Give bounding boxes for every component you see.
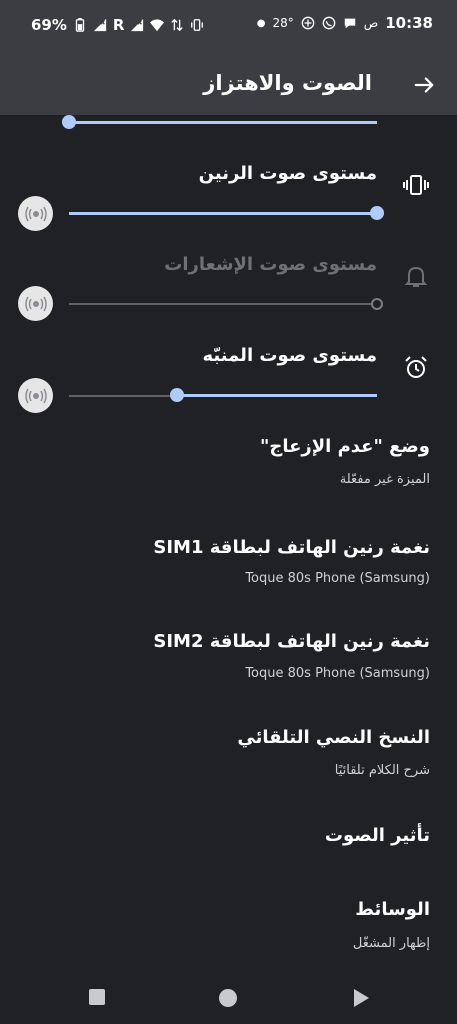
list-item-title: النسخ النصي التلقائي: [237, 727, 430, 748]
notification-volume-label: مستوى صوت الإشعارات: [164, 254, 377, 275]
clock: 10:38: [385, 14, 433, 32]
list-item-subtitle: Toque 80s Phone (Samsung): [245, 571, 430, 586]
battery-percent: 69%: [31, 16, 67, 34]
alarm-volume-label: مستوى صوت المنبّه: [202, 345, 378, 366]
alarm-slider-thumb[interactable]: [169, 388, 184, 402]
list-item-title: الوسائط: [355, 899, 430, 920]
temperature: 28°: [272, 16, 294, 30]
ring-slider-thumb[interactable]: [370, 206, 384, 220]
status-right: ● 28° ص 10:38: [257, 14, 433, 32]
chat-bubble-icon: [344, 18, 355, 29]
vibrate-icon[interactable]: [403, 172, 429, 198]
alarm-clock-icon: [405, 356, 427, 378]
list-item-title: نغمة رنين الهاتف لبطاقة SIM2: [153, 631, 430, 652]
dot-icon: ●: [256, 17, 266, 29]
list-item-subtitle: الميزة غير مفعّلة: [339, 472, 430, 487]
ring-volume-label: مستوى صوت الرنين: [198, 163, 377, 184]
signal-no-service-icon-2: [131, 18, 144, 32]
vibrate-status-icon: [191, 19, 204, 31]
list-item-title: تأثير الصوت: [324, 825, 430, 846]
triangle-icon[interactable]: [351, 988, 371, 1008]
wifi-icon: [150, 19, 165, 32]
list-item-title: نغمة رنين الهاتف لبطاقة SIM1: [153, 537, 430, 558]
ring-slider-fill: [69, 212, 377, 215]
network-r-label: R: [112, 16, 125, 34]
plus-circle-icon: [301, 16, 315, 30]
alarm-vibrate-toggle[interactable]: [18, 378, 53, 413]
media-slider-thumb[interactable]: [62, 115, 76, 129]
list-item-subtitle: إظهار المشغّل: [352, 936, 430, 951]
vibrate-waves-icon-2: [24, 296, 47, 311]
status-bar: 69% R ● 28° ص 10:38: [0, 0, 457, 52]
whatsapp-icon: [322, 16, 336, 30]
list-item-title: وضع "عدم الإزعاج": [259, 436, 430, 457]
list-item-subtitle: Toque 80s Phone (Samsung): [245, 666, 430, 681]
list-item-subtitle: شرح الكلام تلقائيًا: [334, 763, 430, 778]
am-pm: ص: [363, 16, 379, 30]
ring-vibrate-toggle[interactable]: [18, 196, 53, 231]
circle-icon[interactable]: [218, 988, 238, 1008]
alarm-slider-fill: [176, 394, 377, 397]
app-header: الصوت والاهتزاز: [0, 52, 457, 115]
vibrate-waves-icon-3: [24, 388, 47, 403]
notification-slider-thumb: [371, 298, 383, 310]
status-left: 69% R: [31, 16, 204, 34]
battery-icon: [75, 18, 85, 32]
navigation-bar: [0, 964, 457, 1024]
data-arrows-icon: [171, 18, 184, 32]
notification-vibrate-toggle[interactable]: [18, 286, 53, 321]
arrow-right-icon[interactable]: [413, 74, 435, 96]
vibrate-waves-icon: [24, 206, 47, 221]
notification-slider-track: [69, 303, 373, 305]
media-slider-fill: [69, 121, 377, 124]
square-icon[interactable]: [88, 988, 106, 1006]
page-title: الصوت والاهتزاز: [203, 71, 372, 95]
signal-no-service-icon: [93, 18, 107, 32]
bell-icon: [404, 266, 428, 287]
